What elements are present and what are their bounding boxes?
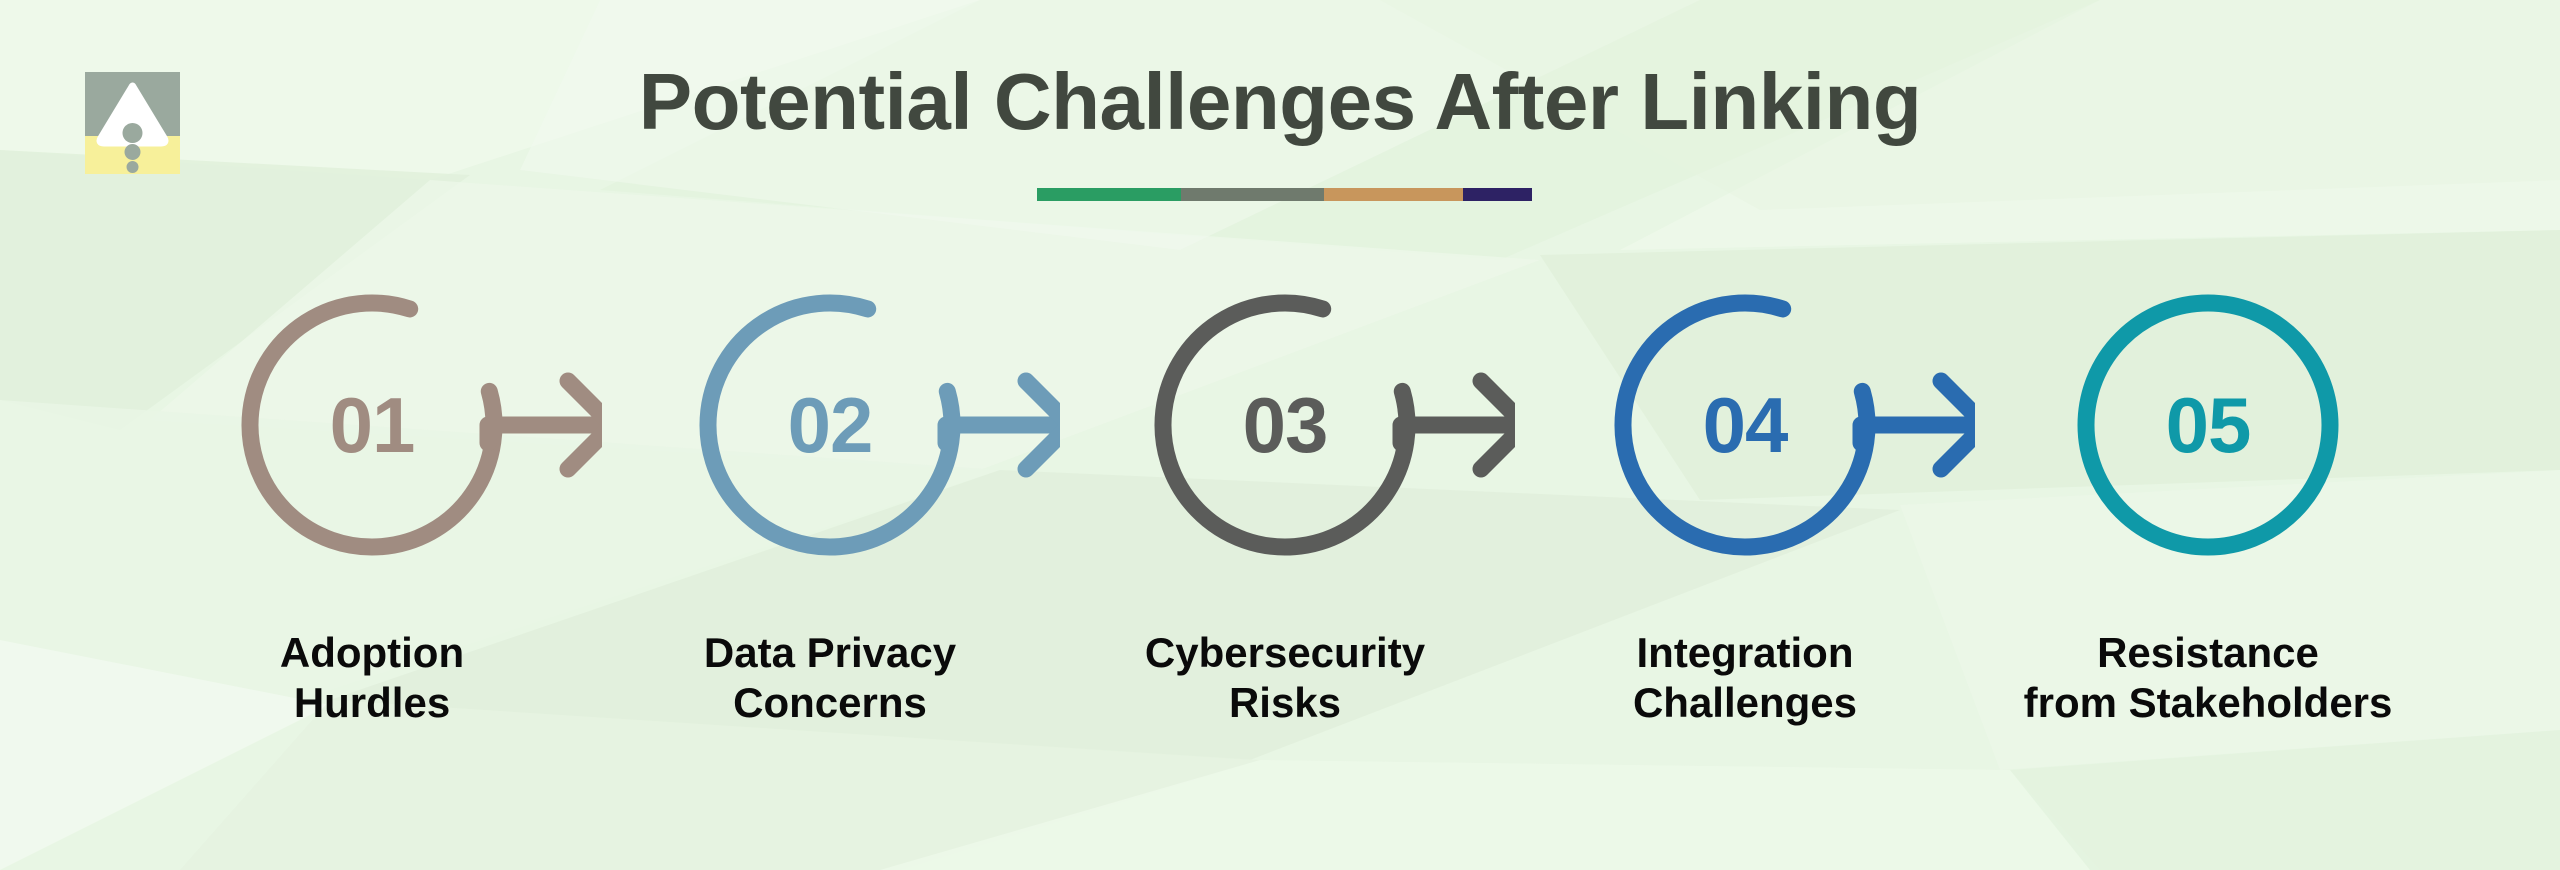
step-label-line1: Resistance [2097,629,2319,676]
step-label-05: Resistance from Stakeholders [1948,628,2468,727]
step-label-line2: Concerns [733,678,927,726]
accent-rule-segment-green [1037,188,1181,201]
step-label-03: Cybersecurity Risks [1025,628,1545,727]
step-label-line2: Challenges [1632,678,1858,726]
step-label-04: Integration Challenges [1485,628,2005,727]
step-number-01: 01 [329,380,416,469]
step-label-line1: Cybersecurity [1144,629,1426,676]
slide-canvas: Potential Challenges After Linking 01 02 0… [0,0,2560,870]
step-number-05: 05 [2165,380,2252,469]
step-label-01: Adoption Hurdles [112,628,632,727]
step-label-line2: Risks [1228,678,1342,726]
process-steps: 01 02 03 04 05 [0,275,2560,575]
title-accent-rule [1037,188,1532,201]
step-number-02: 02 [787,380,874,469]
accent-rule-segment-navy [1462,188,1532,201]
step-label-02: Data Privacy Concerns [570,628,1090,727]
page-title: Potential Challenges After Linking [638,57,1922,146]
step-number-03: 03 [1242,380,1329,469]
accent-rule-segment-tan [1324,188,1463,201]
accent-rule-segment-grey [1180,188,1325,201]
step-label-line1: Data Privacy [703,629,957,676]
step-label-line2: Hurdles [293,678,451,726]
step-label-line2: from Stakeholders [2023,678,2393,726]
step-number-04: 04 [1702,380,1789,469]
step-label-line1: Integration [1636,629,1854,676]
step-label-line1: Adoption [279,629,465,676]
